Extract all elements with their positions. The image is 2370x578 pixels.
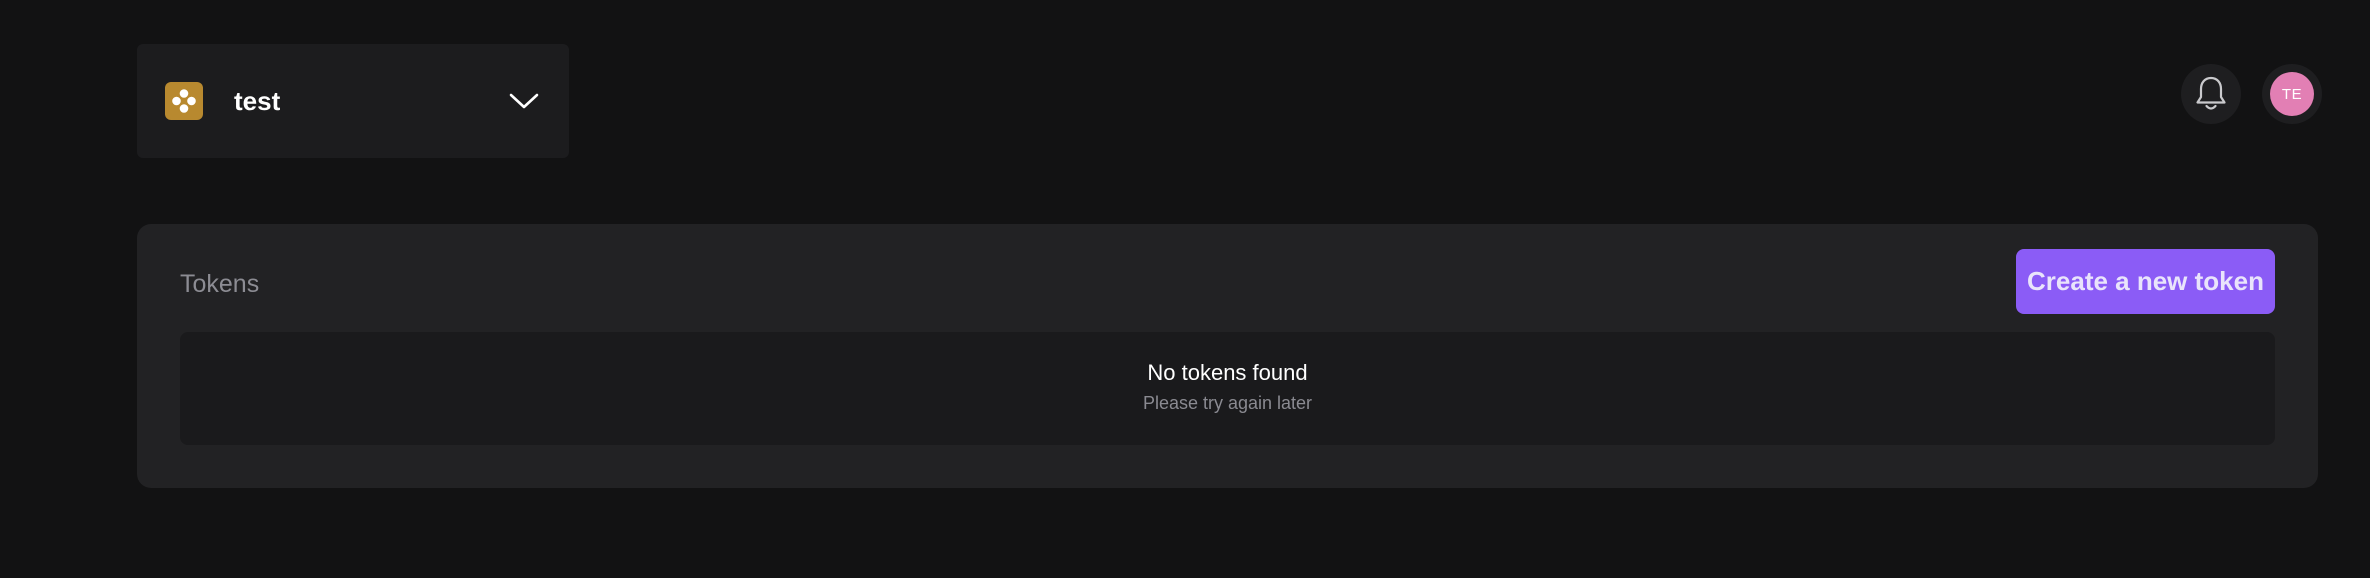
workspace-selector[interactable]: test bbox=[137, 44, 569, 158]
chevron-down-icon bbox=[509, 86, 539, 116]
tokens-panel: Tokens Create a new token No tokens foun… bbox=[137, 224, 2318, 488]
avatar: TE bbox=[2270, 72, 2314, 116]
bell-icon bbox=[2196, 76, 2226, 110]
page: test TE Tokens Create a new token No tok… bbox=[0, 0, 2370, 578]
workspace-logo-glyph bbox=[172, 89, 196, 113]
create-token-button[interactable]: Create a new token bbox=[2016, 249, 2275, 314]
panel-title: Tokens bbox=[180, 270, 260, 298]
notifications-button[interactable] bbox=[2181, 64, 2241, 124]
empty-state: No tokens found Please try again later bbox=[180, 332, 2275, 445]
workspace-name: test bbox=[234, 85, 281, 116]
workspace-logo-icon bbox=[165, 82, 203, 120]
empty-state-subtitle: Please try again later bbox=[1142, 392, 1313, 413]
user-avatar-button[interactable]: TE bbox=[2262, 64, 2322, 124]
empty-state-title: No tokens found bbox=[1147, 359, 1308, 385]
